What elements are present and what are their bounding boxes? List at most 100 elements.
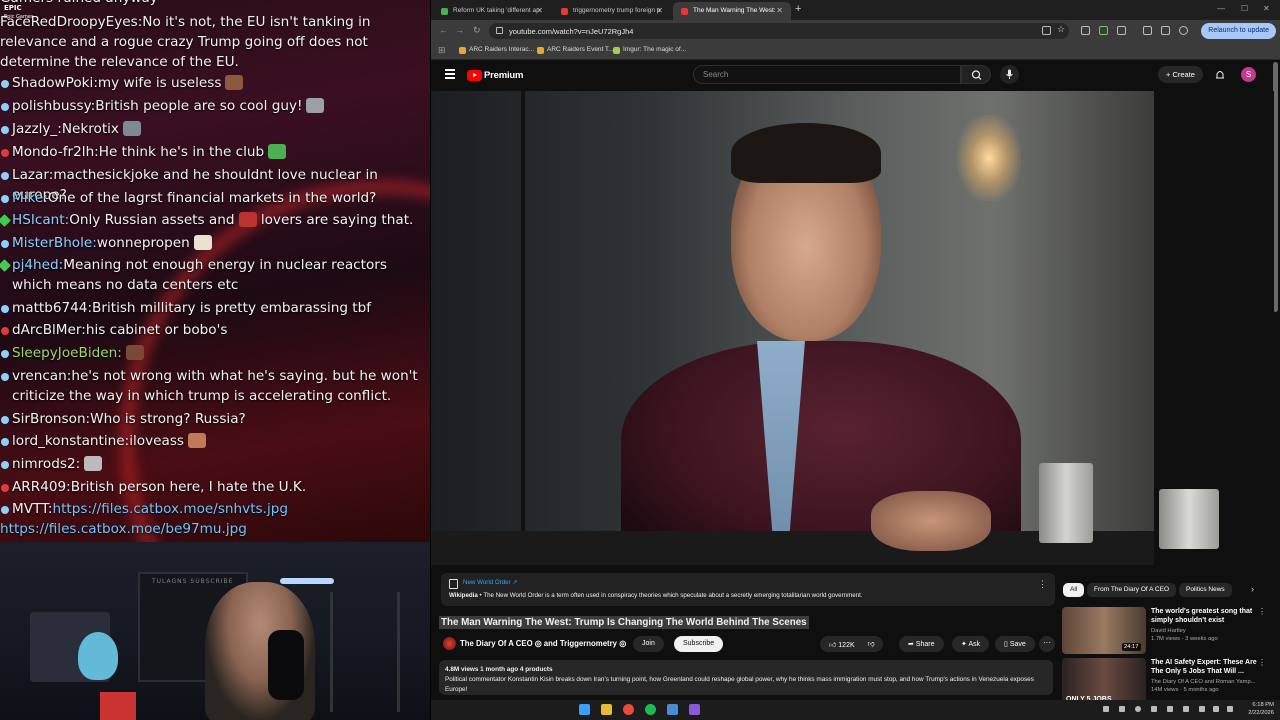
chat-username[interactable]: mattb6744: xyxy=(12,300,92,316)
chat-username[interactable]: lord_konstantine: xyxy=(12,433,129,449)
window-close-icon[interactable]: ✕ xyxy=(1263,4,1270,13)
save-button[interactable]: ▯ Save xyxy=(995,636,1035,652)
avatar[interactable]: S xyxy=(1241,67,1256,82)
search-input[interactable]: Search xyxy=(693,65,961,84)
chat-username[interactable]: SirBronson: xyxy=(12,411,90,427)
tab-reform-uk[interactable]: Reform UK taking 'different ap ✕ xyxy=(433,2,551,20)
share-button[interactable]: ➦ Share xyxy=(899,636,944,652)
bookmark-arc-raiders-interactive[interactable]: ARC Raiders Interac... xyxy=(459,46,534,54)
chrome-icon[interactable] xyxy=(623,704,634,715)
address-bar[interactable]: youtube.com/watch?v=nJeU72RgJh4 xyxy=(489,23,1069,39)
recommended-video[interactable]: ONLY 5 JOBS The AI Safety Expert: These … xyxy=(1062,658,1266,706)
recommended-video[interactable]: 24:17 The world's greatest song that sim… xyxy=(1062,607,1266,655)
chat-username[interactable]: Mondo-fr2lh: xyxy=(12,144,99,160)
youtube-premium-logo[interactable]: Premium xyxy=(467,69,523,81)
volume-icon[interactable] xyxy=(1213,706,1219,712)
install-icon[interactable] xyxy=(1042,26,1051,35)
search-button[interactable] xyxy=(961,65,991,84)
tab-man-warning-the-west[interactable]: The Man Warning The West: ✕ xyxy=(673,2,791,20)
chat-link[interactable]: https://files.catbox.moe/snhvts.jpg xyxy=(52,501,288,517)
chat-username[interactable]: HSIcant: xyxy=(12,212,69,228)
close-icon[interactable]: ✕ xyxy=(536,6,543,15)
chat-username[interactable]: dArcBlMer: xyxy=(12,322,86,338)
relaunch-to-update-button[interactable]: Relaunch to update xyxy=(1201,23,1276,39)
chat-username[interactable]: SleepyJoeBiden: xyxy=(12,345,122,361)
more-options-icon[interactable]: ⋮ xyxy=(1258,607,1266,616)
tab-triggernometry[interactable]: triggernometry trump foreign p ✕ xyxy=(553,2,671,20)
video-player[interactable] xyxy=(431,91,1154,565)
chat-username[interactable]: ShadowPoki: xyxy=(12,75,98,91)
site-info-icon[interactable] xyxy=(496,27,503,34)
chat-username[interactable]: Jazzly_: xyxy=(12,121,62,137)
chat-username[interactable]: vrencan: xyxy=(12,368,71,384)
tray-icon[interactable] xyxy=(1151,706,1157,712)
chat-username[interactable]: MisterBhole: xyxy=(12,235,97,251)
more-options-icon[interactable]: ⋮ xyxy=(1258,658,1266,667)
like-button[interactable]: 👍︎ 122K 👎︎ xyxy=(820,636,883,652)
microphone-icon xyxy=(1006,69,1013,79)
wall-panel xyxy=(521,91,525,565)
file-explorer-icon[interactable] xyxy=(601,704,612,715)
video-title[interactable]: The AI Safety Expert: These Are The Only… xyxy=(1151,658,1259,676)
menu-icon[interactable] xyxy=(445,69,455,79)
info-panel[interactable]: New World Order ↗ Wikipedia • The New Wo… xyxy=(441,573,1055,606)
chevron-right-icon[interactable]: › xyxy=(1251,584,1254,594)
video-thumbnail[interactable]: ONLY 5 JOBS xyxy=(1062,658,1146,705)
chat-username[interactable]: MVTT: xyxy=(12,501,52,517)
info-panel-title[interactable]: New World Order ↗ xyxy=(449,579,1047,589)
voice-search-button[interactable] xyxy=(1000,65,1019,84)
cast-icon[interactable] xyxy=(1143,26,1152,35)
join-button[interactable]: Join xyxy=(633,636,664,652)
subscribe-button[interactable]: Subscribe xyxy=(674,636,724,652)
bookmark-imgur[interactable]: Imgur: The magic of... xyxy=(613,46,686,54)
steam-icon[interactable] xyxy=(667,704,678,715)
bookmark-arc-raiders-event[interactable]: ARC Raiders Event T... xyxy=(537,46,614,54)
close-icon[interactable]: ✕ xyxy=(656,6,663,15)
spotify-icon[interactable] xyxy=(645,704,656,715)
chip-from-diary-of-a-ceo[interactable]: From The Diary Of A CEO xyxy=(1087,583,1177,597)
chat-username[interactable]: ARR409: xyxy=(12,479,71,495)
chip-politics-news[interactable]: Politics News xyxy=(1179,583,1232,597)
tray-icon[interactable] xyxy=(1119,706,1125,712)
notifications-icon[interactable] xyxy=(1215,68,1225,80)
channel-avatar[interactable] xyxy=(443,637,456,650)
tray-icon[interactable] xyxy=(1103,706,1109,712)
chat-username[interactable]: pj4hed: xyxy=(12,257,63,273)
more-options-icon[interactable]: ⋮ xyxy=(1038,579,1047,590)
system-clock[interactable]: 6:18 PM 2/22/2026 xyxy=(1248,702,1274,717)
chat-username[interactable]: nimrods2: xyxy=(12,456,80,472)
bookmark-star-icon[interactable]: ☆ xyxy=(1057,24,1065,35)
downloads-icon[interactable] xyxy=(1161,26,1170,35)
chat-link[interactable]: https://files.catbox.moe/be97mu.jpg xyxy=(0,521,247,537)
new-tab-button[interactable]: + xyxy=(795,3,801,15)
forward-icon[interactable]: → xyxy=(455,25,464,35)
extension-icon[interactable] xyxy=(1099,26,1108,35)
chat-username[interactable]: Lazar: xyxy=(12,167,53,183)
tray-icon[interactable] xyxy=(1183,706,1189,712)
minimize-icon[interactable]: — xyxy=(1217,4,1225,13)
channel-name[interactable]: The Diary Of A CEO ◎ and Triggernometry … xyxy=(460,639,626,648)
apps-grid-icon[interactable]: ⊞ xyxy=(438,45,446,56)
maximize-icon[interactable]: ☐ xyxy=(1241,4,1248,13)
start-windows-icon[interactable] xyxy=(579,704,590,715)
reload-icon[interactable]: ↻ xyxy=(473,25,481,36)
chip-all[interactable]: All xyxy=(1063,583,1085,597)
profile-icon[interactable] xyxy=(1179,26,1188,35)
ask-button[interactable]: ✦ Ask xyxy=(952,636,990,652)
chat-username[interactable]: polishbussy: xyxy=(12,98,95,114)
create-button[interactable]: + Create xyxy=(1158,66,1203,83)
obs-icon[interactable] xyxy=(689,704,700,715)
tray-icon[interactable] xyxy=(1135,706,1141,712)
chat-username[interactable]: Mike: xyxy=(12,190,48,206)
battery-icon[interactable] xyxy=(1227,706,1233,712)
more-actions-button[interactable]: ··· xyxy=(1039,636,1055,652)
extensions-puzzle-icon[interactable] xyxy=(1117,26,1126,35)
close-icon[interactable]: ✕ xyxy=(776,6,783,15)
thumbs-down-icon[interactable]: 👎︎ xyxy=(868,639,875,648)
tray-icon[interactable] xyxy=(1167,706,1173,712)
back-icon[interactable]: ← xyxy=(439,25,448,35)
video-title[interactable]: The world's greatest song that simply sh… xyxy=(1151,607,1259,625)
description-box[interactable]: 4.8M views 1 month ago 4 products Politi… xyxy=(439,660,1053,695)
wifi-icon[interactable] xyxy=(1199,706,1205,712)
extension-icon[interactable] xyxy=(1081,26,1090,35)
